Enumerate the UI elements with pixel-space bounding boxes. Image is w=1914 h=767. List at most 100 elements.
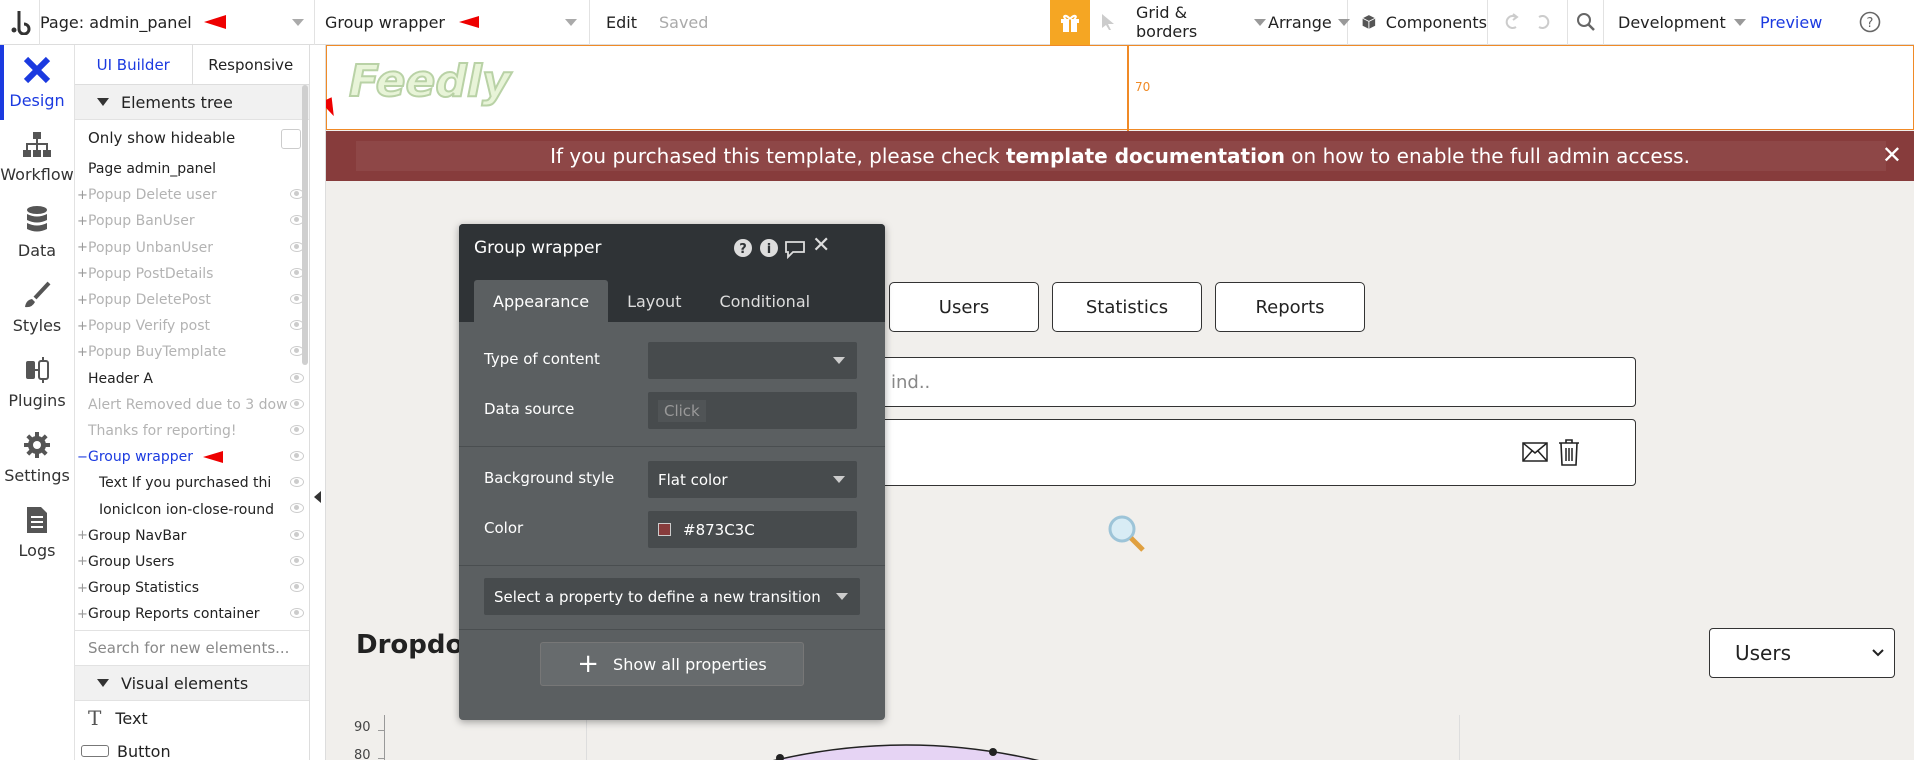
color-field[interactable]: #873C3C [648, 511, 857, 548]
nav-settings[interactable]: Settings [0, 420, 74, 495]
gift-button[interactable] [1050, 0, 1090, 45]
header-element[interactable]: Feedly 70 [326, 45, 1914, 131]
tree-item[interactable]: + Group NavBar [75, 523, 309, 549]
nav-plugins[interactable]: Plugins [0, 345, 74, 420]
nav-design[interactable]: Design [0, 45, 74, 120]
tree-item[interactable]: IonicIcon ion-close-round [75, 496, 309, 522]
tree-item[interactable]: Text If you purchased thi [75, 470, 309, 496]
user-row-card[interactable] [846, 419, 1636, 486]
visual-element-text[interactable]: T Text [75, 701, 309, 735]
grid-borders-menu[interactable]: Grid & borders [1126, 0, 1266, 45]
expand-icon[interactable]: + [77, 214, 88, 229]
mail-icon[interactable] [1522, 442, 1548, 462]
element-selector[interactable]: Group wrapper [315, 0, 590, 45]
nav-workflow[interactable]: Workflow [0, 120, 74, 195]
nav-logs[interactable]: Logs [0, 495, 74, 570]
popup-header[interactable]: Group wrapper ? i ✕ [459, 224, 885, 272]
tree-item[interactable]: + Popup Verify post [75, 313, 309, 339]
tree-item[interactable]: + Group Users [75, 549, 309, 575]
comment-icon[interactable] [783, 239, 807, 259]
elements-tree-header[interactable]: Elements tree [75, 85, 309, 120]
bubble-logo[interactable] [0, 0, 40, 45]
data-source-field[interactable]: Click [648, 392, 857, 429]
trash-icon[interactable] [1558, 438, 1580, 466]
eye-icon[interactable] [290, 608, 304, 619]
background-style-select[interactable]: Flat color [648, 461, 857, 498]
expand-icon[interactable]: + [77, 345, 88, 360]
alert-banner[interactable]: If you purchased this template, please c… [326, 131, 1914, 181]
components-button[interactable]: Components [1348, 0, 1488, 45]
expand-icon[interactable]: + [77, 293, 88, 308]
page-selector[interactable]: Page: admin_panel [40, 0, 315, 45]
visual-element-button[interactable]: Button [75, 735, 309, 767]
tree-item[interactable]: + Popup Delete user [75, 182, 309, 208]
undo-icon[interactable] [1501, 12, 1521, 32]
development-menu[interactable]: Development [1604, 0, 1754, 45]
nav-data[interactable]: Data [0, 195, 74, 270]
tab-statistics[interactable]: Statistics [1052, 282, 1202, 332]
expand-icon[interactable]: + [77, 528, 88, 543]
collapse-icon[interactable]: − [77, 450, 88, 465]
preview-button[interactable]: Preview [1754, 0, 1840, 45]
search-button[interactable] [1568, 0, 1604, 45]
eye-icon[interactable] [290, 424, 304, 435]
tab-responsive[interactable]: Responsive [193, 45, 310, 84]
tree-item[interactable]: Thanks for reporting! [75, 418, 309, 444]
element-search[interactable]: Search for new elements... [75, 630, 309, 667]
tab-layout[interactable]: Layout [608, 280, 700, 322]
tab-conditional[interactable]: Conditional [700, 280, 829, 322]
tree-item[interactable]: + Popup UnbanUser [75, 235, 309, 261]
eye-icon[interactable] [290, 503, 304, 514]
expand-icon[interactable]: + [77, 240, 88, 255]
tree-item[interactable]: Page admin_panel [75, 156, 309, 182]
tree-item[interactable]: + Popup DeletePost [75, 287, 309, 313]
eye-icon[interactable] [290, 398, 304, 409]
collapse-arrow-icon[interactable] [314, 491, 321, 503]
visual-elements-header[interactable]: Visual elements [75, 666, 309, 702]
panel-collapse-bar[interactable] [310, 45, 326, 760]
tree-item[interactable]: + Popup BuyTemplate [75, 339, 309, 365]
eye-icon[interactable] [290, 582, 304, 592]
editor-canvas[interactable]: Feedly 70 If you purchased this template… [326, 45, 1914, 760]
eye-icon[interactable] [290, 555, 304, 566]
select-tool[interactable] [1090, 0, 1126, 45]
tree-item[interactable]: + Popup BanUser [75, 208, 309, 234]
alert-link[interactable]: template documentation [1006, 144, 1285, 168]
help-icon[interactable]: ? [733, 238, 753, 258]
type-of-content-select[interactable] [648, 342, 857, 379]
expand-icon[interactable]: + [77, 266, 88, 281]
transition-select[interactable]: Select a property to define a new transi… [484, 578, 860, 615]
search-field[interactable]: ind.. [846, 357, 1636, 407]
redo-icon[interactable] [1534, 12, 1554, 32]
arrange-menu[interactable]: Arrange [1266, 0, 1350, 45]
nav-styles[interactable]: Styles [0, 270, 74, 345]
eye-icon[interactable] [290, 451, 304, 462]
expand-icon[interactable]: + [77, 188, 88, 203]
close-icon[interactable]: ✕ [1882, 141, 1902, 169]
tab-users[interactable]: Users [889, 282, 1039, 332]
tree-item[interactable]: + Group Statistics [75, 575, 309, 601]
eye-icon[interactable] [290, 477, 304, 488]
only-show-hideable-checkbox[interactable] [281, 129, 301, 149]
tab-reports[interactable]: Reports [1215, 282, 1365, 332]
tab-appearance[interactable]: Appearance [474, 280, 609, 322]
data-source-click[interactable]: Click [658, 399, 706, 422]
tree-item[interactable]: Header A [75, 366, 309, 392]
expand-icon[interactable]: + [77, 581, 88, 596]
expand-icon[interactable]: + [77, 319, 88, 334]
help-button[interactable]: ? [1840, 0, 1900, 45]
users-select[interactable]: Users [1709, 628, 1895, 678]
close-icon[interactable]: ✕ [812, 233, 830, 258]
tree-item-selected[interactable]: − Group wrapper [75, 444, 309, 470]
tab-ui-builder[interactable]: UI Builder [75, 45, 193, 84]
color-swatch[interactable] [658, 523, 671, 536]
show-all-properties-button[interactable]: + Show all properties [540, 642, 804, 686]
edit-menu[interactable]: Edit [606, 13, 637, 32]
info-icon[interactable]: i [759, 238, 779, 258]
eye-icon[interactable] [290, 529, 304, 540]
tree-item[interactable]: Alert Removed due to 3 dow [75, 392, 309, 418]
expand-icon[interactable]: + [77, 554, 88, 569]
expand-icon[interactable]: + [77, 607, 88, 622]
tree-item[interactable]: + Popup PostDetails [75, 261, 309, 287]
property-editor-popup[interactable]: Group wrapper ? i ✕ Appearance Layout Co… [459, 224, 885, 720]
